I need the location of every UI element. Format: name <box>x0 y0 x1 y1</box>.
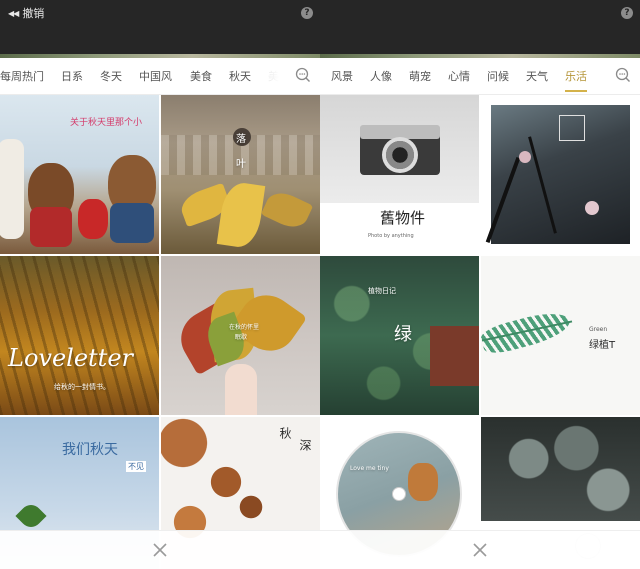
right-category-tabs: 风景 人像 萌宠 心情 问候 天气 乐活 <box>320 58 640 95</box>
close-icon[interactable] <box>470 540 490 560</box>
tile-caption: 关于秋天里那个小 <box>70 118 143 128</box>
tile-caption-secondary: Green <box>589 326 608 333</box>
template-tile-autumn-forest[interactable]: Loveletter 给秋的一封情书。 <box>0 256 159 415</box>
app-root: ◀◀ 撤销 ? ? 每周热门 日系 冬天 中国风 美食 秋天 美 风景 人像 萌… <box>0 0 640 569</box>
left-category-tabs: 每周热门 日系 冬天 中国风 美食 秋天 美 <box>0 58 320 95</box>
search-icon[interactable] <box>615 67 631 83</box>
tile-caption-secondary: 眠歇 <box>235 334 248 341</box>
tab-pets[interactable]: 萌宠 <box>409 68 431 84</box>
tab-weather[interactable]: 天气 <box>526 68 548 84</box>
bottom-bar <box>0 530 640 569</box>
tab-winter[interactable]: 冬天 <box>100 68 122 84</box>
template-tile-fallen-leaves[interactable]: 落 叶 <box>161 95 320 254</box>
template-tile-hand-holding-leaves[interactable]: 在秋的怀里 眠歇 <box>161 256 320 415</box>
right-template-grid: 舊物件 Photo by anything 植物日记 绿 绿植T Green L… <box>320 95 640 569</box>
left-template-grid: 关于秋天里那个小 落 叶 Loveletter 给秋的一封情书。 在秋的怀里 眠… <box>0 95 320 569</box>
tile-caption: 秋 <box>278 427 292 439</box>
tile-caption: 在秋的怀里 <box>229 324 260 331</box>
top-bar: ◀◀ 撤销 ? ? <box>0 0 640 54</box>
tab-autumn[interactable]: 秋天 <box>229 68 251 84</box>
tile-caption-secondary: 深 <box>298 439 312 451</box>
tile-caption-secondary: 叶 <box>236 159 246 170</box>
double-left-arrow-icon: ◀◀ <box>8 8 19 18</box>
tile-caption: 我们秋天 <box>62 442 118 458</box>
tile-caption-secondary: Photo by anything <box>368 233 414 239</box>
tab-fade-mask <box>252 58 292 94</box>
tab-japanese[interactable]: 日系 <box>61 68 83 84</box>
tile-caption-secondary: 给秋的一封情书。 <box>54 383 110 391</box>
tile-caption-secondary: 植物日记 <box>368 287 396 295</box>
close-icon[interactable] <box>150 540 170 560</box>
tile-caption: 绿植T <box>589 340 616 351</box>
template-tile-dark-flowers[interactable] <box>481 95 640 254</box>
tab-portrait[interactable]: 人像 <box>370 68 392 84</box>
tab-mood[interactable]: 心情 <box>448 68 470 84</box>
tile-caption: 落 <box>236 134 246 145</box>
tile-caption: Loveletter <box>8 344 133 372</box>
tab-chinese-style[interactable]: 中国风 <box>139 68 172 84</box>
template-tile-fern-leaf[interactable]: 绿植T Green <box>481 256 640 415</box>
undo-label: 撤销 <box>22 7 45 20</box>
tab-greetings[interactable]: 问候 <box>487 68 509 84</box>
tile-caption-secondary: 不见 <box>126 461 146 472</box>
undo-button[interactable]: ◀◀ 撤销 <box>8 5 44 21</box>
tab-weekly-hot[interactable]: 每周热门 <box>0 68 44 84</box>
template-tile-green-leaves[interactable]: 植物日记 绿 <box>320 256 479 415</box>
tab-lifestyle[interactable]: 乐活 <box>565 68 587 92</box>
search-icon[interactable] <box>295 67 311 83</box>
template-tile-teddy-bears[interactable]: 关于秋天里那个小 <box>0 95 159 254</box>
tab-food[interactable]: 美食 <box>190 68 212 84</box>
help-icon[interactable]: ? <box>621 7 633 19</box>
tile-caption: 绿 <box>394 324 412 345</box>
tile-caption: Love me tiny <box>350 465 389 472</box>
template-tile-vintage-camera[interactable]: 舊物件 Photo by anything <box>320 95 479 254</box>
tab-scenery[interactable]: 风景 <box>331 68 353 84</box>
tile-caption: 舊物件 <box>380 209 426 227</box>
help-icon[interactable]: ? <box>301 7 313 19</box>
